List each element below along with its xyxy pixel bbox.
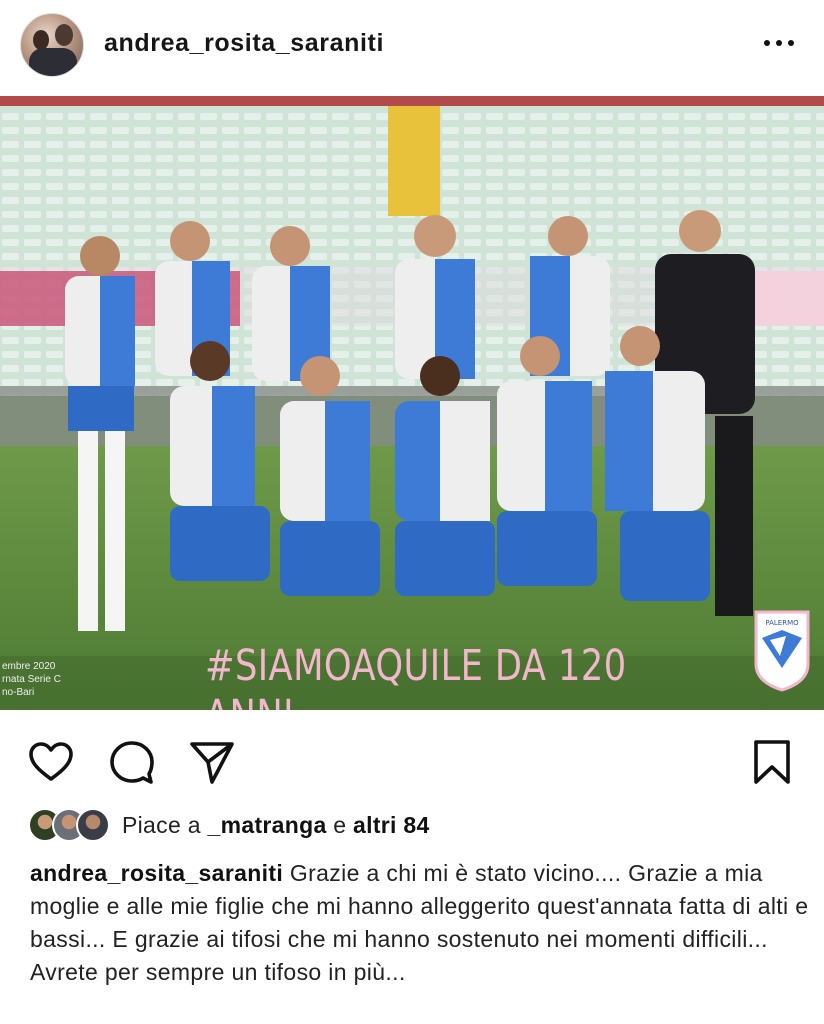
caption-username[interactable]: andrea_rosita_saraniti <box>30 860 283 886</box>
comment-icon[interactable] <box>108 738 156 786</box>
side-text-line: rnata Serie C <box>2 674 61 685</box>
bookmark-icon[interactable] <box>748 738 796 786</box>
likes-text: Piace a _matranga e altri 84 <box>122 812 430 839</box>
profile-avatar[interactable] <box>20 13 84 77</box>
photo-hashtag: #SIAMOAQUILE DA 120 ANNI <box>205 641 627 710</box>
likes-connector: e <box>326 811 354 838</box>
likes-row[interactable]: Piace a _matranga e altri 84 <box>28 805 430 845</box>
avatar-figure <box>29 48 77 76</box>
palermo-crest-icon: PALERMO <box>754 610 810 692</box>
post-caption: andrea_rosita_saraniti Grazie a chi mi è… <box>30 857 810 989</box>
likes-others-count[interactable]: altri 84 <box>353 812 430 838</box>
avatar-figure <box>33 30 49 50</box>
photo-side-text: embre 2020 rnata Serie C no-Bari <box>2 660 61 699</box>
post-image[interactable]: embre 2020 rnata Serie C no-Bari #SIAMOA… <box>0 96 824 710</box>
post-username[interactable]: andrea_rosita_saraniti <box>104 29 384 58</box>
liker-username[interactable]: _matranga <box>208 812 327 838</box>
post-header: andrea_rosita_saraniti <box>0 0 824 96</box>
team-photo <box>0 96 824 710</box>
side-text-line: embre 2020 <box>2 661 56 672</box>
liker-avatar <box>76 808 110 842</box>
avatar-figure <box>55 24 73 46</box>
likes-prefix: Piace a <box>122 811 208 838</box>
post-actions <box>0 710 824 806</box>
send-icon[interactable] <box>188 738 236 786</box>
svg-text:PALERMO: PALERMO <box>765 619 799 627</box>
heart-icon[interactable] <box>27 738 75 786</box>
side-text-line: no-Bari <box>2 687 35 698</box>
more-options-icon[interactable] <box>762 30 796 54</box>
